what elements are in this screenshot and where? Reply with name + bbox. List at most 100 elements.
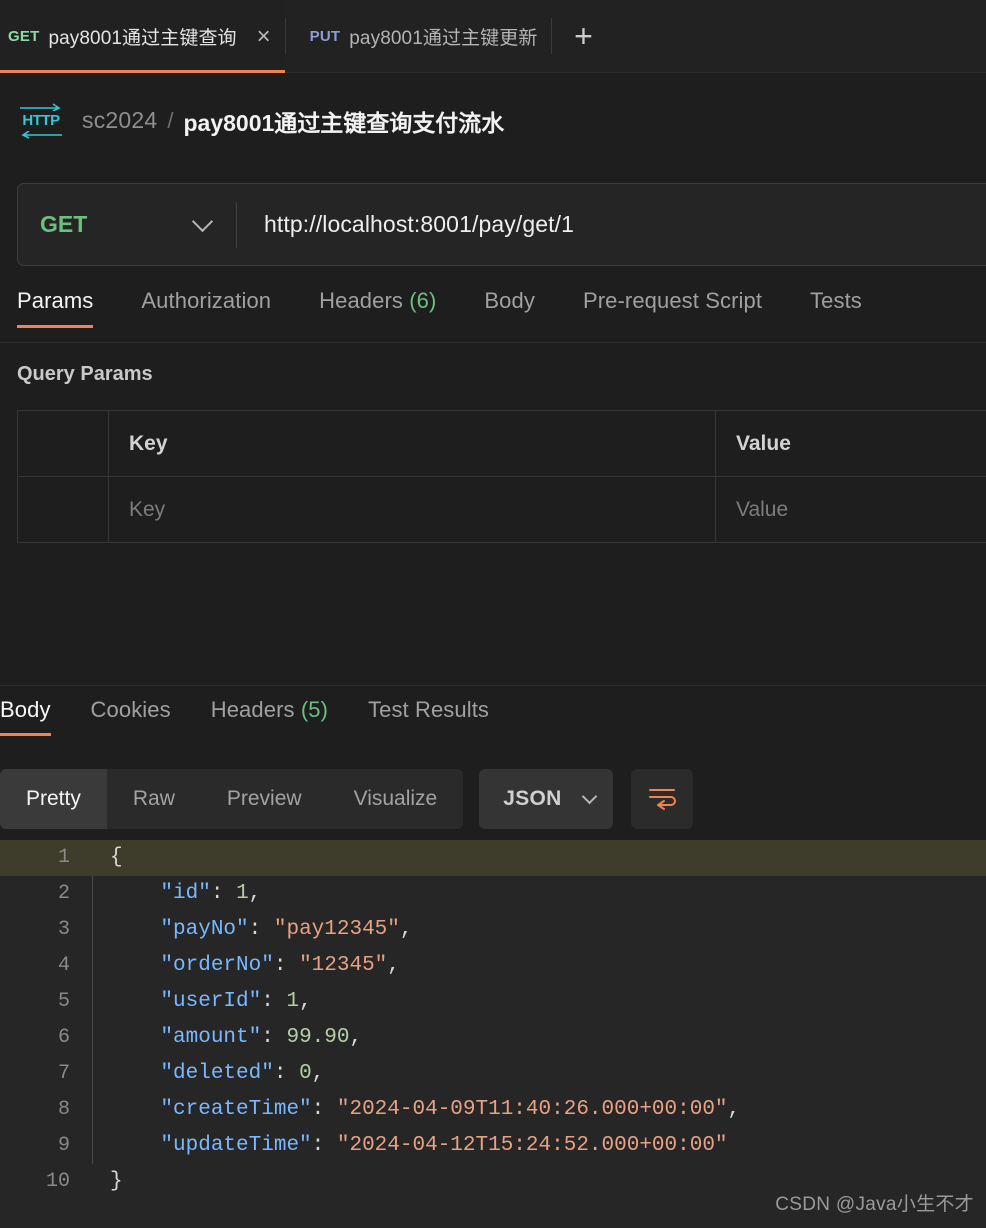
- tab-method-badge: GET: [8, 28, 40, 45]
- new-tab-button[interactable]: +: [552, 0, 614, 72]
- code-fold-guide: [92, 876, 110, 912]
- tab-headers[interactable]: Headers (6): [319, 288, 436, 328]
- code-fold-guide: [92, 1164, 110, 1200]
- line-number: 9: [57, 1134, 70, 1157]
- code-text: "amount": 99.90,: [160, 1026, 363, 1049]
- line-number: 4: [57, 954, 70, 977]
- code-fold-guide: [92, 840, 110, 876]
- response-format-select[interactable]: JSON: [479, 769, 613, 829]
- request-tab-put[interactable]: PUT pay8001通过主键更新: [286, 0, 552, 73]
- arrow-right-icon: [20, 102, 61, 111]
- view-mode-raw[interactable]: Raw: [107, 769, 201, 829]
- breadcrumb-collection[interactable]: sc2024: [82, 107, 157, 134]
- tab-title: pay8001通过主键查询: [48, 28, 237, 49]
- code-text: "orderNo": "12345",: [160, 954, 400, 977]
- code-fold-guide: [92, 912, 110, 948]
- column-header-value: Value: [715, 410, 986, 477]
- tab-body[interactable]: Body: [484, 288, 535, 328]
- pane-divider[interactable]: [0, 685, 986, 686]
- code-line: 4 "orderNo": "12345",: [0, 948, 986, 984]
- line-number: 7: [57, 1062, 70, 1085]
- tab-method-badge: PUT: [309, 28, 341, 45]
- page-title: pay8001通过主键查询支付流水: [183, 109, 505, 136]
- view-mode-group: Pretty Raw Preview Visualize: [0, 769, 464, 829]
- response-section-tabs: Body Cookies Headers (5) Test Results: [0, 697, 986, 747]
- line-number: 8: [57, 1098, 70, 1121]
- tab-label: Cookies: [90, 697, 171, 722]
- tab-authorization[interactable]: Authorization: [141, 288, 271, 328]
- code-line: 3 "payNo": "pay12345",: [0, 912, 986, 948]
- line-number: 3: [57, 918, 70, 941]
- code-line: 6 "amount": 99.90,: [0, 1020, 986, 1056]
- response-tab-body[interactable]: Body: [0, 697, 51, 736]
- http-icon-label: HTTP: [22, 111, 60, 129]
- tab-label: Body: [0, 697, 51, 722]
- code-fold-guide: [92, 1056, 110, 1092]
- line-number: 10: [45, 1170, 70, 1193]
- word-wrap-button[interactable]: [630, 769, 693, 829]
- tab-label: Body: [484, 288, 535, 313]
- line-number: 1: [57, 846, 70, 869]
- request-tab-get[interactable]: GET pay8001通过主键查询 ×: [0, 0, 285, 73]
- tab-label: Headers: [319, 288, 403, 313]
- url-bar: GET http://localhost:8001/pay/get/1: [17, 183, 986, 266]
- response-tab-test-results[interactable]: Test Results: [368, 697, 489, 736]
- tab-label: Pre-request Script: [582, 288, 763, 313]
- code-line: 2 "id": 1,: [0, 876, 986, 912]
- tab-pre-request-script[interactable]: Pre-request Script: [583, 288, 762, 328]
- chevron-down-icon: [581, 788, 597, 805]
- response-body-json-viewer[interactable]: 1{2 "id": 1, 3 "payNo": "pay12345", 4 "ord…: [0, 840, 986, 1228]
- http-protocol-icon: HTTP: [18, 101, 64, 141]
- table-header-row: Key Value: [17, 410, 986, 477]
- view-mode-visualize[interactable]: Visualize: [328, 769, 464, 829]
- response-tab-headers[interactable]: Headers (5): [211, 697, 328, 736]
- response-headers-count-badge: (5): [300, 697, 329, 722]
- code-text: "createTime": "2024-04-09T11:40:26.000+0…: [160, 1098, 741, 1121]
- tab-params[interactable]: Params: [17, 288, 94, 328]
- code-fold-guide: [92, 1020, 110, 1056]
- line-number: 5: [57, 990, 70, 1013]
- code-line: 8 "createTime": "2024-04-09T11:40:26.000…: [0, 1092, 986, 1128]
- select-all-checkbox-cell[interactable]: [17, 410, 109, 477]
- code-line: 9 "updateTime": "2024-04-12T15:24:52.000…: [0, 1128, 986, 1164]
- http-method-label: GET: [40, 211, 88, 237]
- code-fold-guide: [92, 1092, 110, 1128]
- format-label: JSON: [503, 787, 562, 810]
- code-line: 7 "deleted": 0,: [0, 1056, 986, 1092]
- code-fold-guide: [92, 1128, 110, 1164]
- code-fold-guide: [92, 984, 110, 1020]
- code-text: "deleted": 0,: [160, 1062, 325, 1085]
- response-tab-cookies[interactable]: Cookies: [91, 697, 171, 736]
- param-value-input[interactable]: Value: [715, 476, 986, 543]
- code-text: "payNo": "pay12345",: [160, 918, 413, 941]
- row-checkbox-cell[interactable]: [17, 476, 109, 543]
- code-text: "id": 1,: [160, 882, 262, 905]
- watermark: CSDN @Java小生不才: [775, 1194, 974, 1215]
- word-wrap-icon: [648, 789, 676, 810]
- code-line: 5 "userId": 1,: [0, 984, 986, 1020]
- close-icon[interactable]: ×: [257, 24, 271, 49]
- tab-title: pay8001通过主键更新: [349, 28, 538, 49]
- tab-label: Headers: [210, 697, 295, 722]
- code-line: 1{: [0, 840, 986, 876]
- http-method-select[interactable]: GET: [18, 184, 236, 265]
- code-text: "updateTime": "2024-04-12T15:24:52.000+0…: [160, 1134, 728, 1157]
- view-mode-pretty[interactable]: Pretty: [0, 769, 107, 829]
- column-header-key: Key: [108, 410, 716, 477]
- line-number: 6: [57, 1026, 70, 1049]
- headers-count-badge: (6): [409, 288, 437, 313]
- code-text: {: [110, 846, 123, 869]
- response-body-toolbar: Pretty Raw Preview Visualize JSON: [0, 769, 986, 829]
- request-tab-strip: GET pay8001通过主键查询 × PUT pay8001通过主键更新 +: [0, 0, 986, 73]
- table-row: Key Value: [17, 476, 986, 543]
- url-input[interactable]: http://localhost:8001/pay/get/1: [237, 211, 986, 238]
- code-fold-guide: [92, 948, 110, 984]
- tab-label: Test Results: [368, 697, 490, 722]
- param-key-input[interactable]: Key: [108, 476, 716, 543]
- tab-label: Tests: [810, 288, 862, 313]
- breadcrumb-separator: /: [167, 107, 174, 133]
- view-mode-preview[interactable]: Preview: [201, 769, 328, 829]
- query-params-title: Query Params: [17, 363, 153, 385]
- request-section-tabs: Params Authorization Headers (6) Body Pr…: [0, 288, 986, 343]
- tab-tests[interactable]: Tests: [810, 288, 862, 328]
